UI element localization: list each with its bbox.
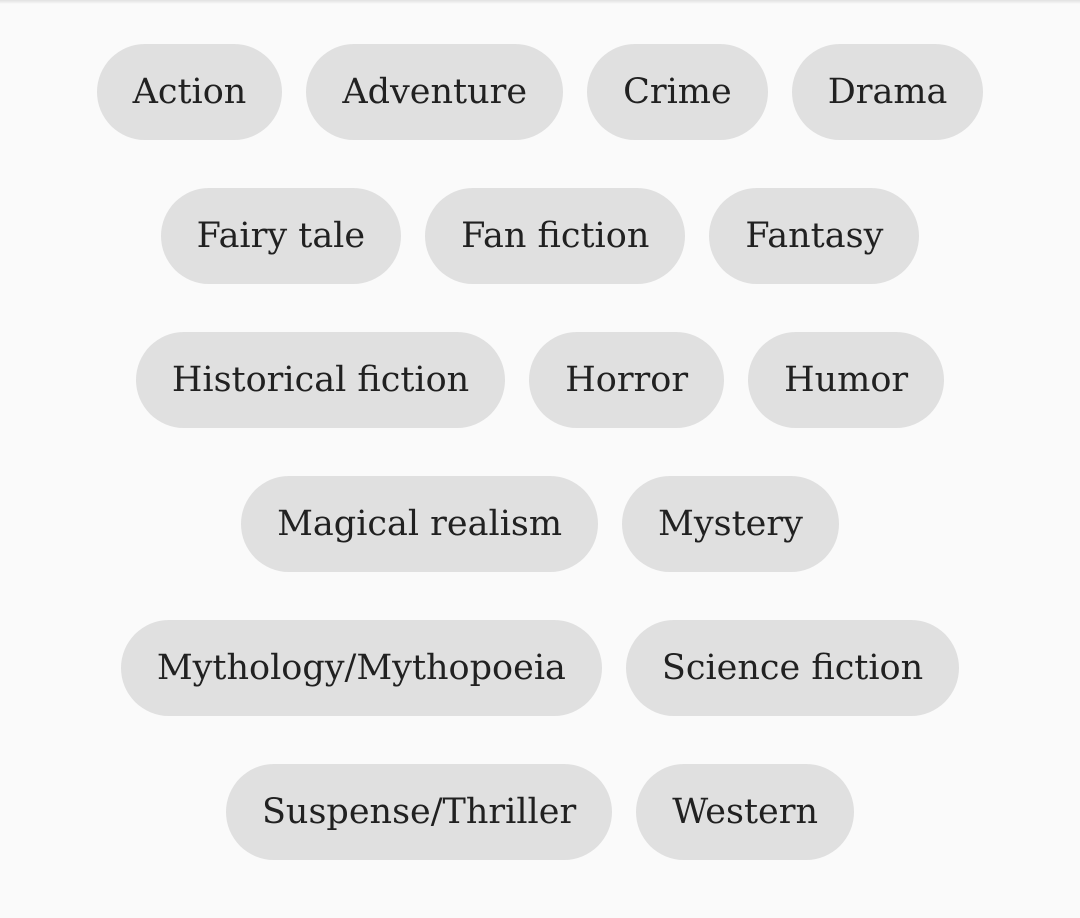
chip-drama[interactable]: Drama bbox=[791, 44, 984, 140]
chip-western[interactable]: Western bbox=[636, 764, 855, 860]
chip-label: Historical fiction bbox=[171, 359, 470, 400]
chip-row: Mythology/Mythopoeia Science fiction bbox=[120, 620, 960, 716]
chip-label: Western bbox=[672, 791, 819, 832]
chip-label: Fan fiction bbox=[461, 215, 650, 256]
chip-row: Action Adventure Crime Drama bbox=[96, 44, 984, 140]
chip-label: Humor bbox=[784, 359, 909, 400]
chip-row: Suspense/Thriller Western bbox=[225, 764, 855, 860]
chip-mythology-mythopoeia[interactable]: Mythology/Mythopoeia bbox=[120, 620, 602, 716]
chip-row: Historical fiction Horror Humor bbox=[135, 332, 945, 428]
chip-adventure[interactable]: Adventure bbox=[306, 44, 564, 140]
chip-label: Horror bbox=[565, 359, 689, 400]
chip-row: Fairy tale Fan fiction Fantasy bbox=[160, 188, 920, 284]
chip-fantasy[interactable]: Fantasy bbox=[709, 188, 920, 284]
chip-label: Adventure bbox=[342, 71, 528, 112]
chip-humor[interactable]: Humor bbox=[748, 332, 945, 428]
chip-label: Fairy tale bbox=[196, 215, 366, 256]
chip-label: Suspense/Thriller bbox=[261, 791, 577, 832]
chip-label: Mythology/Mythopoeia bbox=[156, 647, 566, 688]
chip-historical-fiction[interactable]: Historical fiction bbox=[135, 332, 506, 428]
chip-horror[interactable]: Horror bbox=[529, 332, 725, 428]
top-bar-shadow bbox=[0, 0, 1080, 4]
chip-mystery[interactable]: Mystery bbox=[622, 476, 839, 572]
chip-label: Magical realism bbox=[277, 503, 563, 544]
chip-fairy-tale[interactable]: Fairy tale bbox=[160, 188, 402, 284]
genre-chip-group: Action Adventure Crime Drama Fairy tale … bbox=[0, 44, 1080, 860]
chip-fan-fiction[interactable]: Fan fiction bbox=[425, 188, 686, 284]
chip-action[interactable]: Action bbox=[96, 44, 283, 140]
chip-science-fiction[interactable]: Science fiction bbox=[625, 620, 960, 716]
chip-magical-realism[interactable]: Magical realism bbox=[241, 476, 599, 572]
chip-suspense-thriller[interactable]: Suspense/Thriller bbox=[225, 764, 613, 860]
chip-label: Action bbox=[132, 71, 247, 112]
chip-crime[interactable]: Crime bbox=[587, 44, 768, 140]
chip-label: Drama bbox=[827, 71, 948, 112]
chip-label: Mystery bbox=[658, 503, 803, 544]
chip-label: Crime bbox=[623, 71, 732, 112]
chip-label: Fantasy bbox=[745, 215, 884, 256]
chip-label: Science fiction bbox=[661, 647, 924, 688]
chip-row: Magical realism Mystery bbox=[241, 476, 839, 572]
